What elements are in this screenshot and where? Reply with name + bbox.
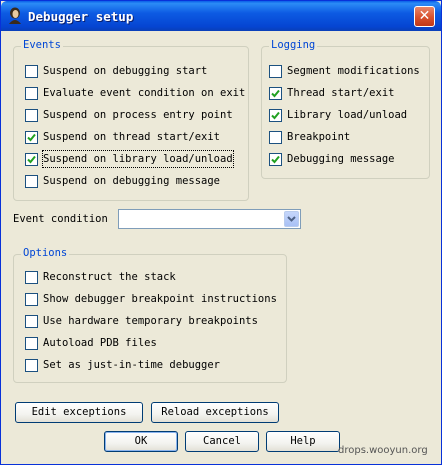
options-group-label: Options bbox=[21, 247, 70, 259]
options-option-label: Autoload PDB files bbox=[43, 337, 157, 349]
logging-option-label: Thread start/exit bbox=[287, 87, 395, 99]
checkbox-icon[interactable] bbox=[25, 293, 38, 306]
reload-exceptions-label: Reload exceptions bbox=[161, 406, 269, 418]
checkbox-icon[interactable] bbox=[25, 337, 38, 350]
checkbox-checked-icon[interactable] bbox=[269, 87, 282, 100]
events-option-label: Suspend on debugging start bbox=[43, 65, 208, 77]
help-button[interactable]: Help bbox=[266, 431, 340, 452]
checkbox-icon[interactable] bbox=[25, 65, 38, 78]
events-option-label: Suspend on debugging message bbox=[43, 175, 221, 187]
options-option-label: Set as just-in-time debugger bbox=[43, 359, 221, 371]
logging-option-label: Breakpoint bbox=[287, 131, 351, 143]
edit-exceptions-button[interactable]: Edit exceptions bbox=[15, 402, 143, 423]
checkbox-icon[interactable] bbox=[269, 131, 282, 144]
checkbox-icon[interactable] bbox=[25, 109, 38, 122]
checkbox-icon[interactable] bbox=[269, 65, 282, 78]
events-option-label: Suspend on library load/unload bbox=[42, 150, 234, 168]
event-condition-combobox[interactable] bbox=[118, 209, 301, 229]
title-bar[interactable]: Debugger setup ✕ bbox=[1, 1, 441, 31]
options-option-label: Show debugger breakpoint instructions bbox=[43, 293, 277, 305]
close-button[interactable]: ✕ bbox=[414, 6, 435, 27]
events-option-label: Suspend on thread start/exit bbox=[43, 131, 221, 143]
events-group-label: Events bbox=[21, 39, 63, 51]
chevron-down-icon bbox=[287, 216, 296, 222]
logging-option-label: Library load/unload bbox=[287, 109, 408, 121]
logging-group-label: Logging bbox=[269, 39, 318, 51]
options-option-label: Use hardware temporary breakpoints bbox=[43, 315, 258, 327]
edit-exceptions-label: Edit exceptions bbox=[31, 406, 127, 418]
checkbox-checked-icon[interactable] bbox=[269, 109, 282, 122]
dropdown-arrow-button[interactable] bbox=[284, 211, 299, 227]
reload-exceptions-button[interactable]: Reload exceptions bbox=[151, 402, 279, 423]
events-option-label: Suspend on process entry point bbox=[43, 109, 233, 121]
watermark-text: drops.wooyun.org bbox=[338, 445, 428, 456]
help-label: Help bbox=[290, 435, 316, 447]
events-option-label: Evaluate event condition on exit bbox=[43, 87, 246, 99]
window-title: Debugger setup bbox=[28, 9, 134, 24]
cancel-button[interactable]: Cancel bbox=[185, 431, 259, 452]
debugger-setup-window: Debugger setup ✕ Events Logging Event co… bbox=[0, 0, 442, 465]
ok-button[interactable]: OK bbox=[104, 431, 178, 452]
checkbox-checked-icon[interactable] bbox=[25, 153, 38, 166]
checkbox-checked-icon[interactable] bbox=[269, 153, 282, 166]
ida-app-icon bbox=[9, 7, 21, 24]
checkbox-checked-icon[interactable] bbox=[25, 131, 38, 144]
checkbox-icon[interactable] bbox=[25, 87, 38, 100]
logging-option-label: Segment modifications bbox=[287, 65, 420, 77]
close-icon: ✕ bbox=[418, 8, 431, 24]
ok-label: OK bbox=[134, 435, 148, 447]
options-option-label: Reconstruct the stack bbox=[43, 271, 176, 283]
checkbox-icon[interactable] bbox=[25, 271, 38, 284]
logging-option-label: Debugging message bbox=[287, 153, 395, 165]
cancel-label: Cancel bbox=[203, 435, 241, 447]
checkbox-icon[interactable] bbox=[25, 315, 38, 328]
checkbox-icon[interactable] bbox=[25, 175, 38, 188]
checkbox-icon[interactable] bbox=[25, 359, 38, 372]
event-condition-label: Event condition bbox=[13, 213, 108, 225]
